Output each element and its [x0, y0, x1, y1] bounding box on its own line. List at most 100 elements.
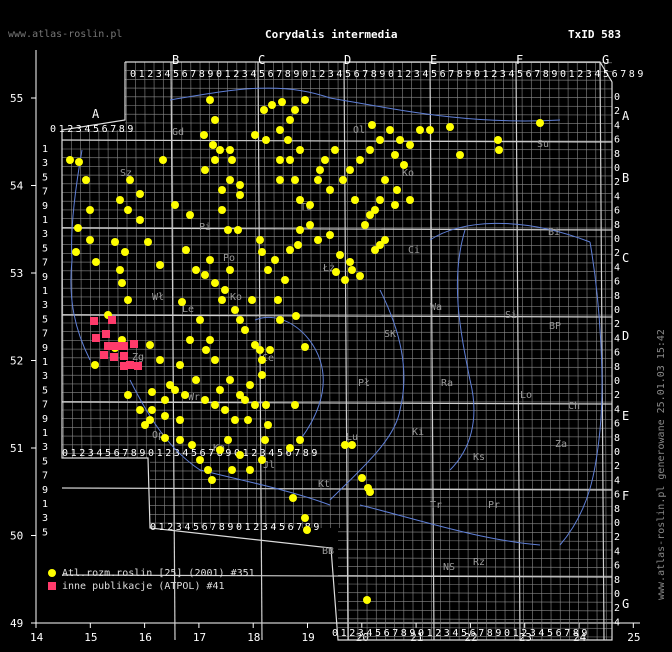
y-tick-label: 55	[10, 92, 23, 105]
atlas-occurrence-dot	[156, 356, 164, 364]
atlas-occurrence-dot	[376, 196, 384, 204]
y-tick-label: 49	[10, 617, 23, 630]
grid-digits-left: 5	[42, 456, 48, 467]
grid-digits-right: 2	[614, 390, 620, 401]
atlas-occurrence-dot	[228, 156, 236, 164]
grid-digits-left: 1	[42, 144, 48, 155]
atlas-occurrence-dot	[278, 98, 286, 106]
site-url[interactable]: www.atlas-roslin.pl	[8, 29, 122, 40]
grid-col-line	[558, 61, 561, 641]
taxon-id: TxID 583	[568, 28, 621, 41]
grid-digits-right: 0	[614, 163, 620, 174]
grid-digits-right: 0	[614, 234, 620, 245]
grid-digits-right: 0	[614, 518, 620, 529]
region-code: Kt	[318, 479, 330, 490]
grid-digits-top: 9	[379, 69, 385, 80]
grid-row-line	[61, 444, 613, 446]
grid-digits-bottom: 6	[288, 522, 294, 533]
atlas-occurrence-dot	[271, 256, 279, 264]
grid-row-letter: A	[622, 109, 630, 123]
grid-col-line	[107, 129, 110, 459]
grid-row-line	[149, 470, 613, 473]
grid-row-letter: G	[622, 597, 629, 611]
region-code: Rz	[473, 557, 485, 568]
region-code: SK	[384, 329, 396, 340]
atlas-occurrence-dot	[366, 146, 374, 154]
region-code: Pi	[199, 222, 211, 233]
atlas-occurrence-dot	[248, 296, 256, 304]
grid-digits-left: 9	[42, 272, 48, 283]
atlas-occurrence-dot	[386, 126, 394, 134]
atlas-occurrence-dot	[258, 456, 266, 464]
grid-digits-top-a: 7	[110, 124, 116, 135]
atlas-occurrence-dot	[258, 248, 266, 256]
atlas-occurrence-dot	[363, 596, 371, 604]
grid-digits-bottom-a: 3	[174, 448, 180, 459]
atlas-occurrence-dot	[211, 356, 219, 364]
grid-row-line	[61, 200, 613, 203]
atlas-occurrence-dot	[192, 376, 200, 384]
grid-digits-bottom: 0	[150, 522, 156, 533]
grid-digits-left: 7	[42, 400, 48, 411]
grid-digits-bottom: 1	[159, 522, 165, 533]
region-code: Ra	[441, 378, 453, 389]
grid-digits-top: 8	[543, 69, 549, 80]
grid-digits-top: 4	[594, 69, 600, 80]
grid-digits-top: 6	[440, 69, 446, 80]
grid-col-line	[586, 61, 589, 641]
grid-row-line	[337, 609, 613, 612]
grid-digits-top: 3	[500, 69, 506, 80]
grid-digits-left: 7	[42, 329, 48, 340]
grid-digits-bottom-a: 0	[148, 448, 154, 459]
grid-digits-right: 0	[614, 305, 620, 316]
grid-row-line	[61, 383, 613, 386]
grid-row-line	[337, 531, 613, 533]
grid-digits-right: 0	[614, 376, 620, 387]
grid-digits-top: 4	[508, 69, 514, 80]
atlas-occurrence-dot	[381, 236, 389, 244]
grid-digits-bottom-g: 5	[547, 628, 553, 639]
border-line	[169, 87, 561, 122]
grid-digits-left: 1	[42, 286, 48, 297]
grid-row-line	[61, 131, 613, 133]
grid-row-line	[61, 183, 613, 185]
grid-row-line	[337, 601, 613, 603]
grid-row-line	[61, 348, 613, 351]
atlas-occurrence-dot	[124, 206, 132, 214]
region-code: BP	[549, 321, 561, 332]
atlas-occurrence-dot	[262, 136, 270, 144]
grid-digits-left: 5	[42, 527, 48, 538]
grid-col-line	[484, 61, 488, 641]
grid-digits-top: 6	[268, 69, 274, 80]
grid-row-line	[61, 305, 613, 307]
grid-major-col	[170, 61, 176, 641]
grid-digits-top: 4	[336, 69, 342, 80]
atlas-occurrence-dot	[116, 266, 124, 274]
grid-col-line	[466, 61, 469, 641]
grid-digits-top: 0	[560, 69, 566, 80]
grid-column-letter: F	[516, 53, 523, 67]
yellow-dot-icon	[48, 569, 56, 577]
grid-digits-bottom-g: 9	[495, 628, 501, 639]
atlas-occurrence-dot	[231, 416, 239, 424]
grid-digits-right: 6	[614, 419, 620, 430]
atlas-occurrence-dot	[286, 116, 294, 124]
atlas-occurrence-dot	[148, 406, 156, 414]
grid-digits-top: 9	[207, 69, 213, 80]
atlas-occurrence-dot	[201, 166, 209, 174]
grid-digits-right: 2	[614, 177, 620, 188]
grid-digits-top: 1	[483, 69, 489, 80]
grid-digits-bottom-g: 6	[470, 628, 476, 639]
grid-column-letter: B	[172, 53, 179, 67]
atlas-occurrence-dot	[224, 436, 232, 444]
grid-digits-top: 7	[190, 69, 196, 80]
grid-digits-top: 5	[173, 69, 179, 80]
grid-digits-bottom-a: 9	[311, 448, 317, 459]
atlas-occurrence-dot	[241, 326, 249, 334]
grid-row-letter: D	[622, 329, 629, 343]
grid-digits-top: 8	[285, 69, 291, 80]
grid-digits-top: 4	[250, 69, 256, 80]
grid-digits-bottom-g: 7	[392, 628, 398, 639]
grid-digits-right: 6	[614, 348, 620, 359]
atlas-occurrence-dot	[400, 161, 408, 169]
